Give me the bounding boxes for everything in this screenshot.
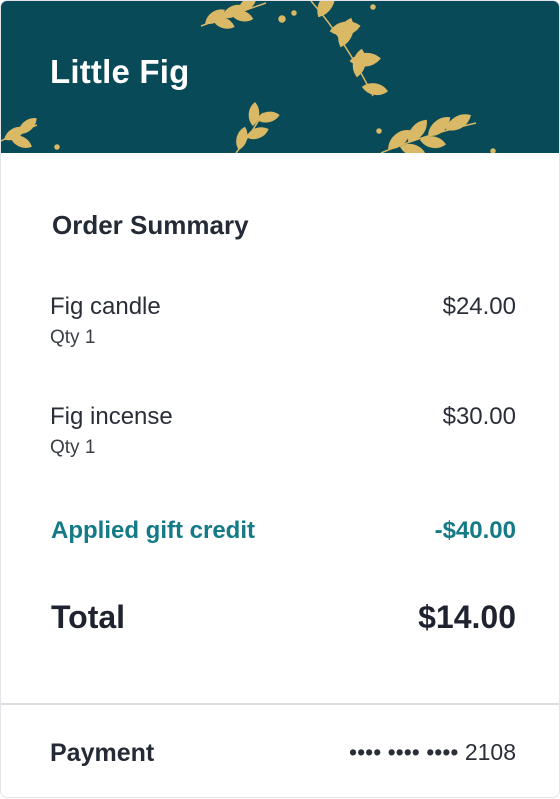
total-row: Total $14.00 — [51, 599, 516, 636]
order-summary-card: Little Fig Order Summary Fig candle Qty … — [1, 1, 559, 797]
order-summary-title: Order Summary — [52, 210, 249, 240]
item-name: Fig incense — [50, 403, 173, 430]
masked-card-number: •••• •••• •••• 2108 — [349, 739, 516, 765]
brand-banner: Little Fig — [1, 1, 559, 153]
payment-label: Payment — [50, 739, 155, 767]
item-price: $24.00 — [442, 293, 516, 320]
total-label: Total — [51, 599, 126, 635]
total-amount: $14.00 — [418, 599, 516, 635]
item-qty: Qty 1 — [50, 327, 96, 348]
gift-credit-row: Applied gift credit -$40.00 — [51, 517, 516, 545]
item-name: Fig candle — [50, 293, 161, 320]
brand-name: Little Fig — [50, 53, 190, 90]
gift-credit-label: Applied gift credit — [51, 517, 255, 544]
item-qty: Qty 1 — [50, 437, 96, 458]
divider — [1, 703, 559, 705]
gift-credit-amount: -$40.00 — [434, 517, 516, 544]
item-price: $30.00 — [442, 403, 516, 430]
